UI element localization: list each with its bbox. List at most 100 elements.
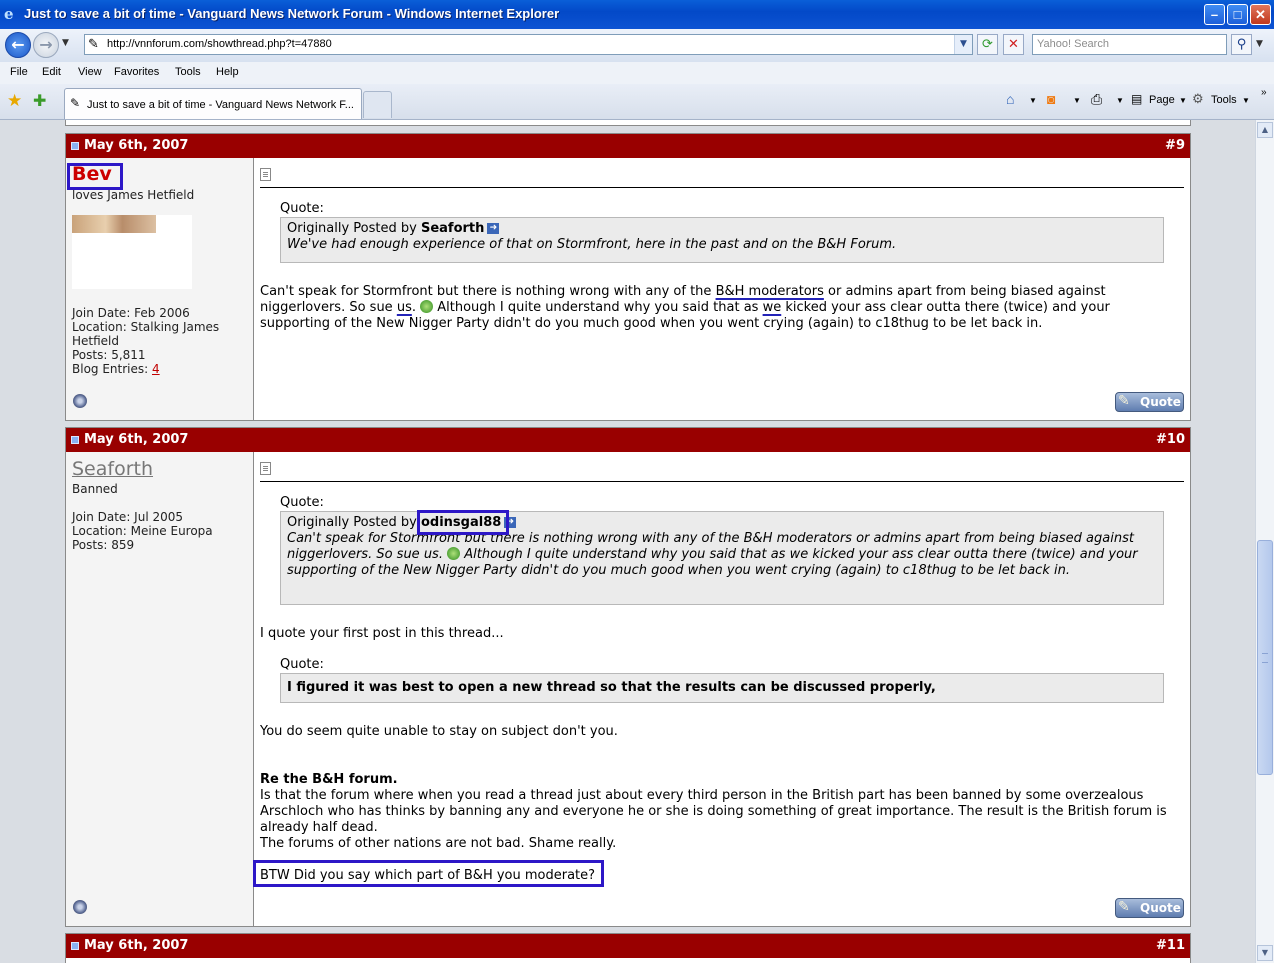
quote-button-label: Quote	[1140, 901, 1181, 915]
quote-text: We've had enough experience of that on S…	[287, 237, 897, 252]
blog-entries: Blog Entries: 4	[72, 362, 160, 376]
post-10: May 6th, 2007 #10 Seaforth Banned Join D…	[65, 427, 1191, 927]
feeds-icon[interactable]: ◙	[1047, 91, 1055, 107]
message-paragraph: The forums of other nations are not bad.…	[260, 836, 617, 851]
quote-text: I figured it was best to open a new thre…	[287, 680, 936, 695]
search-input[interactable]: Yahoo! Search	[1032, 34, 1227, 55]
highlight-box-quote-author	[417, 510, 509, 535]
message-part: Although I quite understand why you said…	[433, 300, 763, 315]
post-number[interactable]: #9	[1165, 138, 1185, 153]
post-count: Posts: 5,811	[72, 348, 146, 362]
quote-pad-icon: ✎	[1118, 393, 1130, 409]
tab-bar: ★ ✚ ✎ Just to save a bit of time - Vangu…	[0, 84, 1274, 120]
menu-tools[interactable]: Tools	[175, 66, 201, 78]
quote-label: Quote:	[280, 657, 324, 672]
post-number[interactable]: #11	[1156, 938, 1185, 953]
menu-bar: File Edit View Favorites Tools Help	[0, 62, 1274, 85]
message-line: You do seem quite unable to stay on subj…	[260, 724, 618, 739]
post-status-icon	[71, 942, 79, 950]
quote-button[interactable]: ✎ Quote	[1115, 898, 1184, 918]
minimize-button[interactable]: –	[1204, 4, 1225, 25]
search-options-dropdown-icon[interactable]: ▼	[1256, 39, 1263, 49]
home-dropdown-icon[interactable]: ▼	[1029, 96, 1037, 105]
quote-pad-icon: ✎	[1118, 899, 1130, 915]
page-menu-button[interactable]: Page	[1149, 94, 1175, 106]
site-favicon-icon: ✎	[70, 96, 81, 110]
title-bar: e Just to save a bit of time - Vanguard …	[0, 0, 1274, 29]
search-icon[interactable]: ⚲	[1231, 34, 1252, 55]
address-bar: ← → ▼ ✎ http://vnnforum.com/showthread.p…	[0, 29, 1274, 63]
blog-entries-link[interactable]: 4	[152, 362, 160, 376]
previous-post-bottom	[65, 120, 1191, 126]
favorites-star-icon[interactable]: ★	[7, 91, 22, 111]
url-text: http://vnnforum.com/showthread.php?t=478…	[107, 38, 332, 50]
stop-button[interactable]: ✕	[1003, 34, 1024, 55]
quote-box: I figured it was best to open a new thre…	[280, 673, 1164, 703]
add-favorite-icon[interactable]: ✚	[33, 91, 46, 110]
print-icon[interactable]: ⎙	[1091, 91, 1102, 108]
post-header: May 6th, 2007 #10	[66, 428, 1190, 452]
search-placeholder: Yahoo! Search	[1037, 38, 1109, 50]
address-dropdown-icon[interactable]: ▼	[954, 35, 972, 54]
gear-icon: ⚙	[1192, 91, 1204, 106]
quote-box: Originally Posted by Seaforth ➜ We've had…	[280, 217, 1164, 263]
refresh-button[interactable]: ⟳	[977, 34, 998, 55]
recent-pages-dropdown-icon[interactable]: ▼	[62, 38, 69, 48]
view-post-arrow-icon[interactable]: ➜	[487, 223, 500, 234]
post-header: May 6th, 2007 #9	[66, 134, 1190, 158]
post-date: May 6th, 2007	[84, 938, 189, 953]
avatar[interactable]	[72, 215, 192, 289]
post-count: Posts: 859	[72, 538, 135, 552]
page-dropdown-icon[interactable]: ▼	[1179, 96, 1187, 105]
location: Location: Stalking James	[72, 320, 220, 334]
maximize-button[interactable]: □	[1227, 4, 1248, 25]
blog-entries-label: Blog Entries:	[72, 362, 152, 376]
tools-dropdown-icon[interactable]: ▼	[1242, 96, 1250, 105]
scroll-thumb[interactable]	[1257, 540, 1273, 775]
user-info-panel: Bev loves James Hetfield Join Date: Feb …	[66, 158, 254, 420]
post-11: May 6th, 2007 #11	[65, 933, 1191, 963]
tab-label: Just to save a bit of time - Vanguard Ne…	[87, 99, 354, 111]
location: Location: Meine Europa	[72, 524, 213, 538]
scroll-down-arrow-icon[interactable]: ▼	[1257, 945, 1273, 961]
post-header: May 6th, 2007 #11	[66, 934, 1190, 958]
highlight-box-last-line	[253, 860, 604, 887]
message-line: I quote your first post in this thread..…	[260, 626, 504, 641]
user-info-panel: Seaforth Banned Join Date: Jul 2005 Loca…	[66, 452, 254, 926]
menu-favorites[interactable]: Favorites	[114, 66, 159, 78]
tools-menu-button[interactable]: Tools	[1211, 94, 1237, 106]
forward-button[interactable]: →	[33, 32, 59, 58]
menu-view[interactable]: View	[78, 66, 102, 78]
post-separator	[260, 187, 1184, 188]
vertical-scrollbar[interactable]: ▲ ▼	[1255, 120, 1274, 963]
print-dropdown-icon[interactable]: ▼	[1116, 96, 1124, 105]
message-part: .	[411, 300, 421, 315]
quote-prefix: Originally Posted by	[287, 221, 421, 236]
menu-edit[interactable]: Edit	[42, 66, 61, 78]
post-date: May 6th, 2007	[84, 138, 189, 153]
user-title: loves James Hetfield	[72, 188, 195, 202]
quote-button[interactable]: ✎ Quote	[1115, 392, 1184, 412]
join-date: Join Date: Feb 2006	[72, 306, 190, 320]
post-9: May 6th, 2007 #9 Bev loves James Hetfiel…	[65, 133, 1191, 421]
home-icon[interactable]: ⌂	[1006, 91, 1014, 107]
address-field[interactable]: ✎ http://vnnforum.com/showthread.php?t=4…	[84, 34, 973, 55]
close-button[interactable]: ✕	[1250, 4, 1271, 25]
scroll-up-arrow-icon[interactable]: ▲	[1257, 122, 1273, 138]
post-number[interactable]: #10	[1156, 432, 1185, 447]
feeds-dropdown-icon[interactable]: ▼	[1073, 96, 1081, 105]
menu-help[interactable]: Help	[216, 66, 239, 78]
user-offline-icon	[73, 900, 87, 914]
username[interactable]: Seaforth	[72, 458, 153, 480]
tab-current[interactable]: ✎ Just to save a bit of time - Vanguard …	[64, 88, 362, 119]
new-tab-button[interactable]	[363, 91, 392, 118]
more-commands-icon[interactable]: »	[1261, 87, 1267, 98]
menu-file[interactable]: File	[10, 66, 28, 78]
quote-author: Seaforth	[420, 221, 485, 236]
back-button[interactable]: ←	[5, 32, 31, 58]
join-date: Join Date: Jul 2005	[72, 510, 184, 524]
location-cont: Hetfield	[72, 334, 120, 348]
message-paragraph: Is that the forum where when you read a …	[260, 788, 1167, 835]
user-offline-icon	[73, 394, 87, 408]
post-date: May 6th, 2007	[84, 432, 189, 447]
